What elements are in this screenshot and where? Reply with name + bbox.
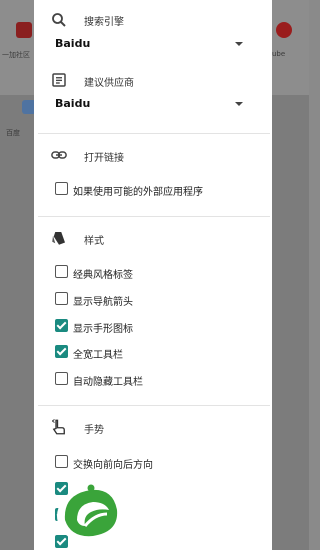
style-icon: [50, 229, 68, 247]
divider: [38, 405, 270, 406]
hand-icon-label: 显示手形图标: [73, 324, 133, 335]
divider: [38, 133, 270, 134]
divider: [38, 216, 270, 217]
suggestion-provider-label: 建议供应商: [84, 78, 134, 89]
left-app2-label: 百度: [6, 129, 20, 137]
left-app-label: 一加社区: [2, 51, 30, 59]
article-icon: [50, 71, 68, 89]
settings-panel: 搜索引擎 Baidu 建议供应商 Baidu 打开链接 如果使用可能的外部应用程…: [34, 0, 272, 550]
search-engine-dropdown-icon[interactable]: [235, 42, 243, 46]
suggestion-provider-dropdown-icon[interactable]: [235, 102, 243, 106]
classic-tabs-label: 经典风格标签: [73, 270, 133, 281]
external-app-label: 如果使用可能的外部应用程序: [73, 187, 203, 198]
classic-tabs-checkbox[interactable]: [55, 265, 68, 278]
external-app-checkbox[interactable]: [55, 182, 68, 195]
right-app-label: ube: [272, 50, 286, 58]
full-width-toolbar-checkbox[interactable]: [55, 345, 68, 358]
nav-arrows-checkbox[interactable]: [55, 292, 68, 305]
autohide-toolbar-label: 自动隐藏工具栏: [73, 377, 143, 388]
right-app-icon: [276, 22, 292, 38]
search-engine-value[interactable]: Baidu: [55, 37, 90, 50]
style-label: 样式: [84, 236, 104, 247]
left-app-icon: [16, 22, 32, 38]
search-icon: [50, 11, 68, 29]
hand-icon-checkbox[interactable]: [55, 319, 68, 332]
link-icon: [50, 146, 68, 164]
suggestion-provider-value[interactable]: Baidu: [55, 97, 90, 110]
open-links-label: 打开链接: [84, 153, 124, 164]
full-width-toolbar-label: 全宽工具栏: [73, 350, 123, 361]
gestures-label: 手势: [84, 425, 104, 436]
leaf-logo: [55, 480, 127, 544]
swap-direction-label: 交换向前向后方向: [73, 460, 153, 471]
search-engine-label: 搜索引擎: [84, 17, 124, 28]
swap-direction-checkbox[interactable]: [55, 455, 68, 468]
nav-arrows-label: 显示导航箭头: [73, 297, 133, 308]
gesture-icon: [50, 418, 68, 436]
autohide-toolbar-checkbox[interactable]: [55, 372, 68, 385]
